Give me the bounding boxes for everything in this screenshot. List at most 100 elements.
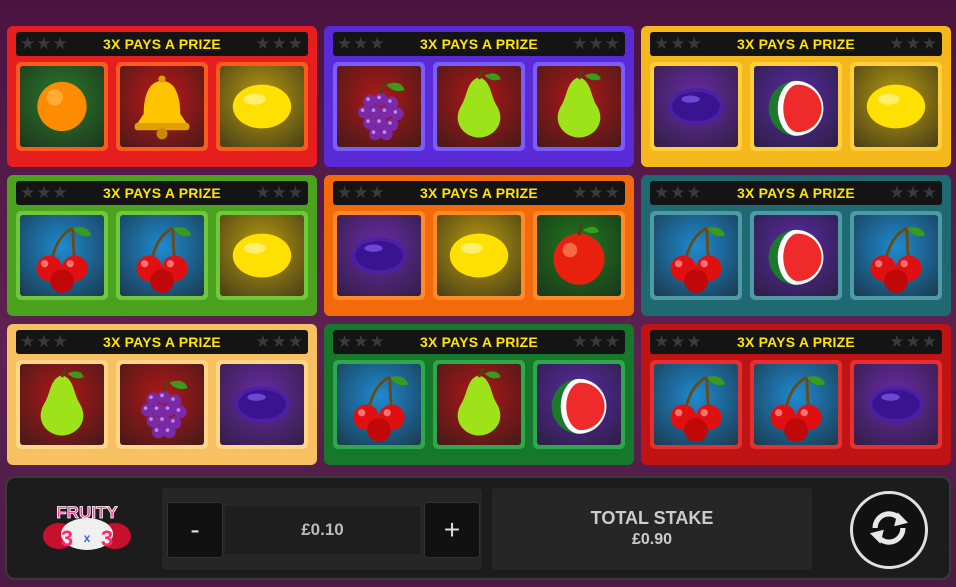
symbol-tile bbox=[333, 62, 425, 151]
star-icon: ★★★ bbox=[889, 332, 938, 351]
increase-stake-button[interactable]: + bbox=[424, 502, 480, 558]
symbol-tile bbox=[333, 211, 425, 300]
symbol-tile bbox=[433, 211, 525, 300]
card-5: ★★★ 3X PAYS A PRIZE ★★★ bbox=[324, 175, 634, 316]
banner-text: 3X PAYS A PRIZE bbox=[420, 185, 538, 201]
spin-button[interactable] bbox=[850, 491, 928, 569]
card-3: ★★★ 3X PAYS A PRIZE ★★★ bbox=[641, 26, 951, 167]
symbol-tile bbox=[216, 360, 308, 449]
star-icon: ★★★ bbox=[255, 183, 304, 202]
watermelon-icon bbox=[768, 229, 824, 285]
pear-icon bbox=[457, 367, 501, 436]
cherry-icon bbox=[670, 226, 726, 293]
symbol-tile bbox=[333, 360, 425, 449]
decrease-stake-button[interactable]: - bbox=[167, 502, 223, 558]
star-icon: ★★★ bbox=[337, 183, 386, 202]
symbol-tile bbox=[16, 62, 108, 151]
lemon-icon bbox=[866, 84, 926, 129]
symbol-tile bbox=[433, 62, 525, 151]
pear-icon bbox=[557, 69, 601, 138]
prize-banner: ★★★ 3X PAYS A PRIZE ★★★ bbox=[650, 181, 942, 205]
lemon-icon bbox=[232, 233, 292, 278]
symbol-tile bbox=[533, 360, 625, 449]
star-icon: ★★★ bbox=[654, 332, 703, 351]
card-7: ★★★ 3X PAYS A PRIZE ★★★ bbox=[7, 324, 317, 465]
star-icon: ★★★ bbox=[654, 183, 703, 202]
grapes-icon bbox=[141, 378, 188, 439]
banner-text: 3X PAYS A PRIZE bbox=[737, 36, 855, 52]
pear-icon bbox=[40, 367, 84, 436]
prize-banner: ★★★ 3X PAYS A PRIZE ★★★ bbox=[650, 330, 942, 354]
star-icon: ★★★ bbox=[572, 332, 621, 351]
symbol-tile bbox=[850, 62, 942, 151]
symbol-tile bbox=[533, 211, 625, 300]
bell-icon bbox=[134, 75, 190, 140]
cherry-icon bbox=[353, 375, 409, 442]
symbol-tile bbox=[116, 360, 208, 449]
banner-text: 3X PAYS A PRIZE bbox=[420, 334, 538, 350]
svg-text:x: x bbox=[84, 531, 91, 545]
cherry-icon bbox=[36, 226, 92, 293]
star-icon: ★★★ bbox=[337, 332, 386, 351]
pear-icon bbox=[457, 69, 501, 138]
card-2: ★★★ 3X PAYS A PRIZE ★★★ bbox=[324, 26, 634, 167]
star-icon: ★★★ bbox=[20, 183, 69, 202]
prize-banner: ★★★ 3X PAYS A PRIZE ★★★ bbox=[16, 32, 308, 56]
star-icon: ★★★ bbox=[20, 332, 69, 351]
prize-banner: ★★★ 3X PAYS A PRIZE ★★★ bbox=[333, 32, 625, 56]
plum-icon bbox=[868, 386, 924, 423]
banner-text: 3X PAYS A PRIZE bbox=[103, 36, 221, 52]
card-6: ★★★ 3X PAYS A PRIZE ★★★ bbox=[641, 175, 951, 316]
banner-text: 3X PAYS A PRIZE bbox=[737, 334, 855, 350]
plum-icon bbox=[351, 237, 407, 274]
svg-text:3: 3 bbox=[101, 526, 113, 551]
prize-banner: ★★★ 3X PAYS A PRIZE ★★★ bbox=[16, 330, 308, 354]
card-4: ★★★ 3X PAYS A PRIZE ★★★ bbox=[7, 175, 317, 316]
total-stake-value: £0.90 bbox=[631, 531, 673, 548]
orange-icon bbox=[37, 81, 87, 132]
symbol-tile bbox=[116, 211, 208, 300]
symbol-tile bbox=[750, 360, 842, 449]
prize-banner: ★★★ 3X PAYS A PRIZE ★★★ bbox=[333, 181, 625, 205]
symbol-tile bbox=[16, 360, 108, 449]
card-9: ★★★ 3X PAYS A PRIZE ★★★ bbox=[641, 324, 951, 465]
lemon-icon bbox=[232, 84, 292, 129]
prize-banner: ★★★ 3X PAYS A PRIZE ★★★ bbox=[650, 32, 942, 56]
grapes-icon bbox=[358, 80, 405, 141]
symbol-tile bbox=[750, 211, 842, 300]
svg-text:FRUITY: FRUITY bbox=[56, 503, 118, 522]
stake-value: £0.10 bbox=[225, 506, 420, 554]
star-icon: ★★★ bbox=[255, 34, 304, 53]
watermelon-icon bbox=[551, 378, 607, 434]
refresh-icon bbox=[863, 502, 915, 559]
plum-icon bbox=[234, 386, 290, 423]
star-icon: ★★★ bbox=[889, 183, 938, 202]
card-8: ★★★ 3X PAYS A PRIZE ★★★ bbox=[324, 324, 634, 465]
prize-banner: ★★★ 3X PAYS A PRIZE ★★★ bbox=[333, 330, 625, 354]
banner-text: 3X PAYS A PRIZE bbox=[103, 334, 221, 350]
card-1: ★★★ 3X PAYS A PRIZE ★★★ bbox=[7, 26, 317, 167]
cherry-icon bbox=[136, 226, 192, 293]
total-stake-panel: TOTAL STAKE £0.90 bbox=[492, 488, 812, 570]
banner-text: 3X PAYS A PRIZE bbox=[420, 36, 538, 52]
star-icon: ★★★ bbox=[572, 34, 621, 53]
prize-banner: ★★★ 3X PAYS A PRIZE ★★★ bbox=[16, 181, 308, 205]
symbol-tile bbox=[216, 62, 308, 151]
star-icon: ★★★ bbox=[654, 34, 703, 53]
cherry-icon bbox=[770, 375, 826, 442]
symbol-tile bbox=[650, 360, 742, 449]
cherry-icon bbox=[670, 375, 726, 442]
cherry-icon bbox=[870, 226, 926, 293]
watermelon-icon bbox=[768, 80, 824, 136]
symbol-tile bbox=[650, 211, 742, 300]
symbol-tile bbox=[650, 62, 742, 151]
game-stage: ★★★ 3X PAYS A PRIZE ★★★ ★★★ 3X PAYS A PRIZE ★… bbox=[0, 0, 956, 587]
symbol-tile bbox=[850, 211, 942, 300]
apple-icon bbox=[553, 224, 605, 285]
star-icon: ★★★ bbox=[20, 34, 69, 53]
symbol-tile bbox=[116, 62, 208, 151]
symbol-tile bbox=[533, 62, 625, 151]
symbol-tile bbox=[16, 211, 108, 300]
banner-text: 3X PAYS A PRIZE bbox=[103, 185, 221, 201]
symbol-tile bbox=[433, 360, 525, 449]
